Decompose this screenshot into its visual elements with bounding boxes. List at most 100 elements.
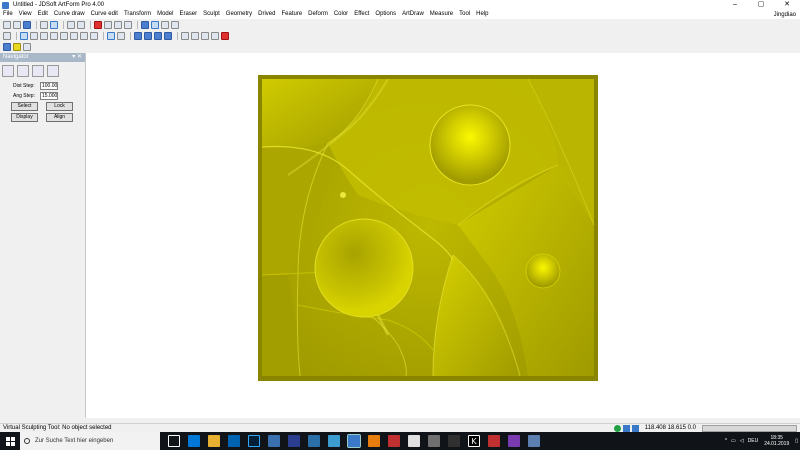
color-swatch-icon[interactable]	[13, 42, 21, 51]
menu-color[interactable]: Color	[334, 10, 348, 19]
k-app-icon[interactable]: K	[468, 435, 480, 447]
display-button[interactable]: Display	[11, 113, 38, 122]
menu-transform[interactable]: Transform	[124, 10, 151, 19]
rotate-icon[interactable]	[47, 65, 59, 77]
layer-icon[interactable]	[3, 42, 11, 51]
save-icon[interactable]	[23, 20, 31, 29]
palette-icon[interactable]	[23, 42, 31, 51]
store-icon[interactable]	[228, 435, 240, 447]
snap-tangent-icon[interactable]	[90, 31, 98, 40]
taskbar-search[interactable]: Zur Suche Text hier eingeben	[20, 432, 160, 450]
edge-icon[interactable]	[188, 435, 200, 447]
app-icon-13[interactable]	[408, 435, 420, 447]
app-icon-12[interactable]	[388, 435, 400, 447]
menu-deform[interactable]: Deform	[308, 10, 328, 19]
menu-view[interactable]: View	[19, 10, 32, 19]
maximize-button[interactable]: ▢	[748, 0, 774, 10]
tray-expand-icon[interactable]: ^	[725, 438, 727, 444]
align-button[interactable]: Align	[46, 113, 73, 122]
lamp-icon[interactable]	[161, 20, 169, 29]
paste-icon[interactable]	[124, 20, 132, 29]
redo-icon[interactable]	[77, 20, 85, 29]
shape-4-icon[interactable]	[164, 31, 172, 40]
cut-icon[interactable]	[104, 20, 112, 29]
app-icon-14[interactable]	[428, 435, 440, 447]
arrow-icon[interactable]	[3, 31, 11, 40]
close-button[interactable]: ✕	[774, 0, 800, 10]
undo-icon[interactable]	[67, 20, 75, 29]
view-mode-icon[interactable]	[141, 20, 149, 29]
network-icon[interactable]: ▭	[731, 438, 736, 444]
shape-3-icon[interactable]	[154, 31, 162, 40]
menu-measure[interactable]: Measure	[430, 10, 453, 19]
menu-artdraw[interactable]: ArtDraw	[402, 10, 424, 19]
menu-sculpt[interactable]: Sculpt	[203, 10, 220, 19]
select-tool-icon[interactable]	[40, 20, 48, 29]
artform-task-icon[interactable]	[347, 434, 361, 448]
navigator-pin-icon[interactable]: ▾ ✕	[72, 53, 82, 62]
file-explorer-icon[interactable]	[208, 435, 220, 447]
snap-line-icon[interactable]	[20, 31, 28, 40]
node-split-icon[interactable]	[211, 31, 219, 40]
menu-tool[interactable]: Tool	[459, 10, 470, 19]
grid-icon[interactable]	[107, 31, 115, 40]
app-icon-15[interactable]	[448, 435, 460, 447]
menu-curve-draw[interactable]: Curve draw	[54, 10, 85, 19]
start-button[interactable]	[0, 432, 20, 450]
shape-1-icon[interactable]	[134, 31, 142, 40]
app-icon-19[interactable]	[528, 435, 540, 447]
menu-help[interactable]: Help	[476, 10, 488, 19]
cancel-icon[interactable]	[221, 31, 229, 40]
node-move-icon[interactable]	[201, 31, 209, 40]
menu-feature[interactable]: Feature	[281, 10, 302, 19]
delete-icon[interactable]	[94, 20, 102, 29]
photoshop-icon[interactable]	[248, 435, 260, 447]
menu-file[interactable]: File	[3, 10, 13, 19]
menu-model[interactable]: Model	[157, 10, 173, 19]
menu-curve-edit[interactable]: Curve edit	[91, 10, 118, 19]
snap-perpendicular-icon[interactable]	[80, 31, 88, 40]
blender-icon[interactable]	[368, 435, 380, 447]
menu-eraser[interactable]: Eraser	[179, 10, 197, 19]
ang-step-input[interactable]	[40, 91, 58, 100]
open-file-icon[interactable]	[13, 20, 21, 29]
snap-cross-icon[interactable]	[50, 31, 58, 40]
window-select-icon[interactable]	[50, 20, 58, 29]
app-icon-18[interactable]	[508, 435, 520, 447]
menu-edit[interactable]: Edit	[38, 10, 48, 19]
app-icon-7[interactable]	[288, 435, 300, 447]
minimize-button[interactable]: –	[722, 0, 748, 10]
select-button[interactable]: Select	[11, 102, 38, 111]
3d-viewport[interactable]	[86, 53, 800, 418]
snap-center-icon[interactable]	[70, 31, 78, 40]
snap-vertical-icon[interactable]	[40, 31, 48, 40]
menu-geometry[interactable]: Geometry	[226, 10, 252, 19]
clock[interactable]: 18:35 24.01.2019	[764, 435, 789, 447]
node-edit-icon[interactable]	[181, 31, 189, 40]
pen-icon[interactable]	[17, 65, 29, 77]
dist-step-input[interactable]	[40, 81, 58, 90]
relief-model[interactable]	[258, 75, 598, 381]
app-icon-6[interactable]	[268, 435, 280, 447]
keyboard-language[interactable]: DEU	[748, 438, 759, 444]
target-icon[interactable]	[2, 65, 14, 77]
new-file-icon[interactable]	[3, 20, 11, 29]
app-icon-8[interactable]	[308, 435, 320, 447]
snap-horizontal-icon[interactable]	[30, 31, 38, 40]
ortho-icon[interactable]	[117, 31, 125, 40]
pdf-icon[interactable]	[488, 435, 500, 447]
node-add-icon[interactable]	[191, 31, 199, 40]
move-icon[interactable]	[32, 65, 44, 77]
snap-circle-icon[interactable]	[60, 31, 68, 40]
menu-effect[interactable]: Effect	[354, 10, 369, 19]
task-view-icon[interactable]	[168, 435, 180, 447]
horizontal-scrollbar[interactable]	[702, 424, 797, 432]
trash-icon[interactable]	[171, 20, 179, 29]
volume-icon[interactable]: ◁	[740, 438, 744, 444]
display-mode-icon[interactable]	[151, 20, 159, 29]
app-icon-9[interactable]	[328, 435, 340, 447]
shape-2-icon[interactable]	[144, 31, 152, 40]
notification-icon[interactable]: ▯	[795, 438, 798, 444]
copy-icon[interactable]	[114, 20, 122, 29]
menu-drived[interactable]: Drived	[258, 10, 275, 19]
